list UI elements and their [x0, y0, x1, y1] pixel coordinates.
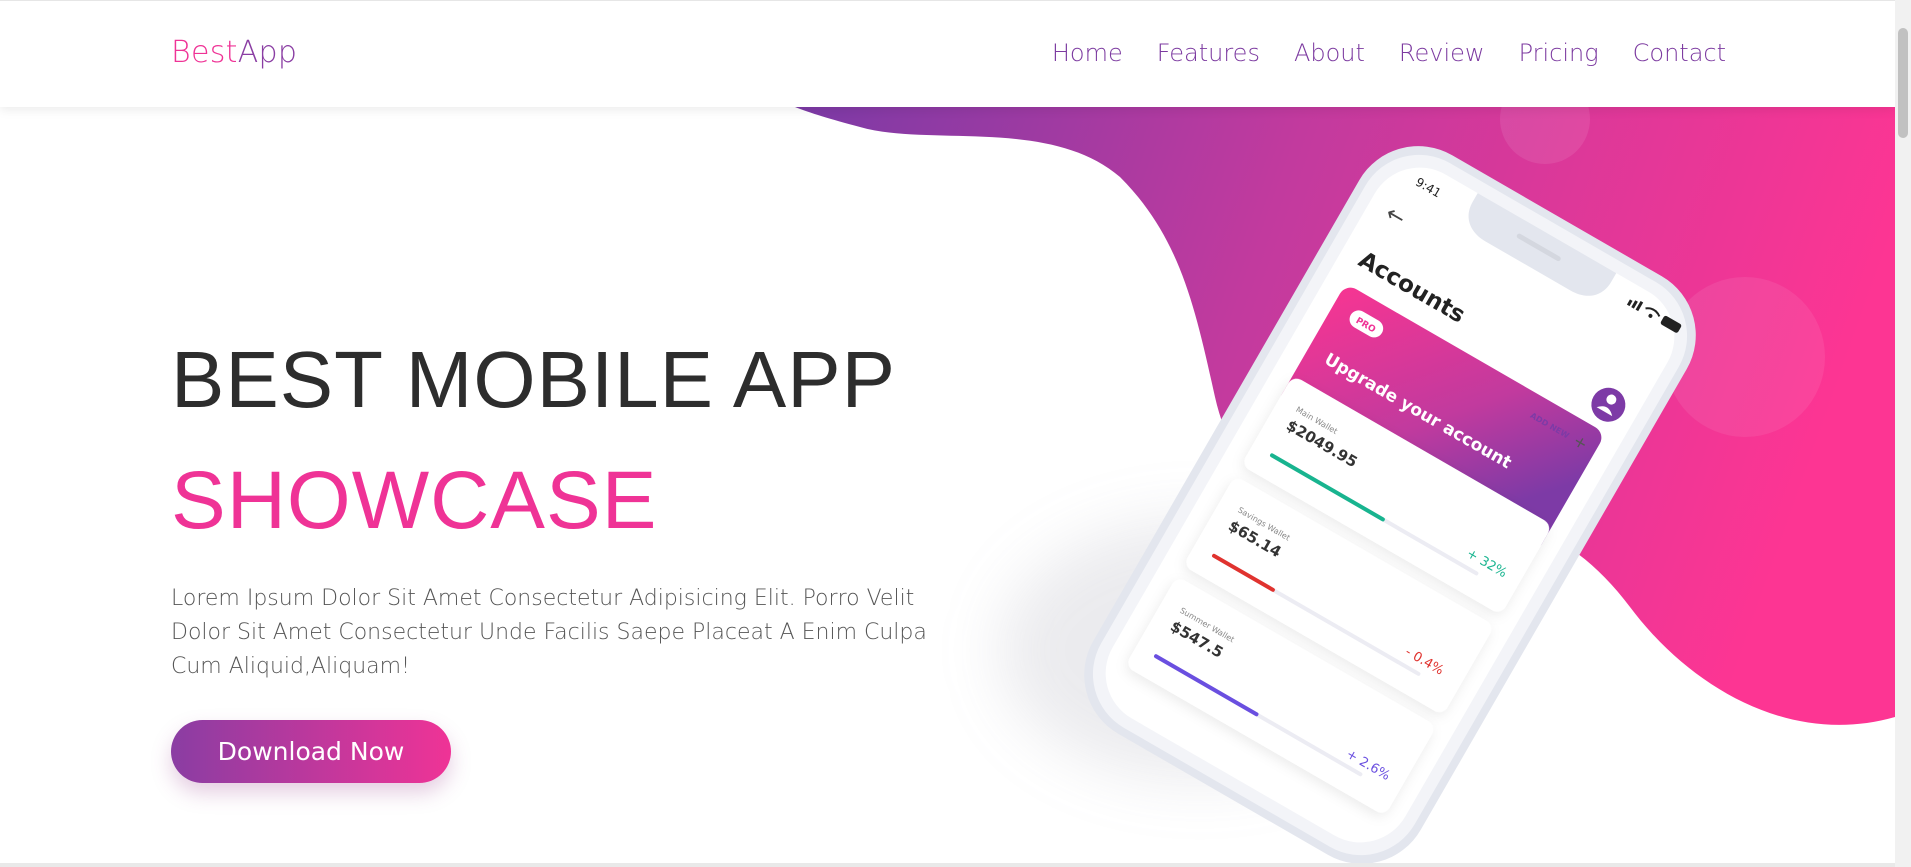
hero-subtitle: SHOWCASE — [171, 455, 658, 546]
phone-mockup: 9:41 ← Accounts PRO Upgrade your account… — [1084, 146, 1696, 864]
brand-part-1: Best — [171, 35, 238, 70]
nav-menu: Home Features About Review Pricing Conta… — [1052, 39, 1726, 67]
brand-part-2: App — [237, 35, 298, 70]
hero-description: Lorem Ipsum Dolor Sit Amet Consectetur A… — [171, 586, 927, 679]
nav-link-review[interactable]: Review — [1399, 39, 1485, 67]
hero-title: BEST MOBILE APP — [171, 335, 896, 424]
nav-link-about[interactable]: About — [1294, 39, 1365, 67]
navbar: BestApp Home Features About Review Prici… — [0, 0, 1895, 107]
nav-link-home[interactable]: Home — [1052, 39, 1123, 67]
nav-link-pricing[interactable]: Pricing — [1519, 39, 1599, 67]
scrollbar-thumb[interactable] — [1898, 28, 1908, 138]
brand-logo[interactable]: BestApp — [171, 35, 297, 70]
nav-link-features[interactable]: Features — [1157, 39, 1260, 67]
page-bottom-edge — [0, 863, 1895, 867]
download-now-button[interactable]: Download Now — [171, 720, 451, 783]
hero-content: BEST MOBILE APP SHOWCASE Lorem Ipsum Dol… — [171, 335, 971, 783]
nav-link-contact[interactable]: Contact — [1633, 39, 1726, 67]
